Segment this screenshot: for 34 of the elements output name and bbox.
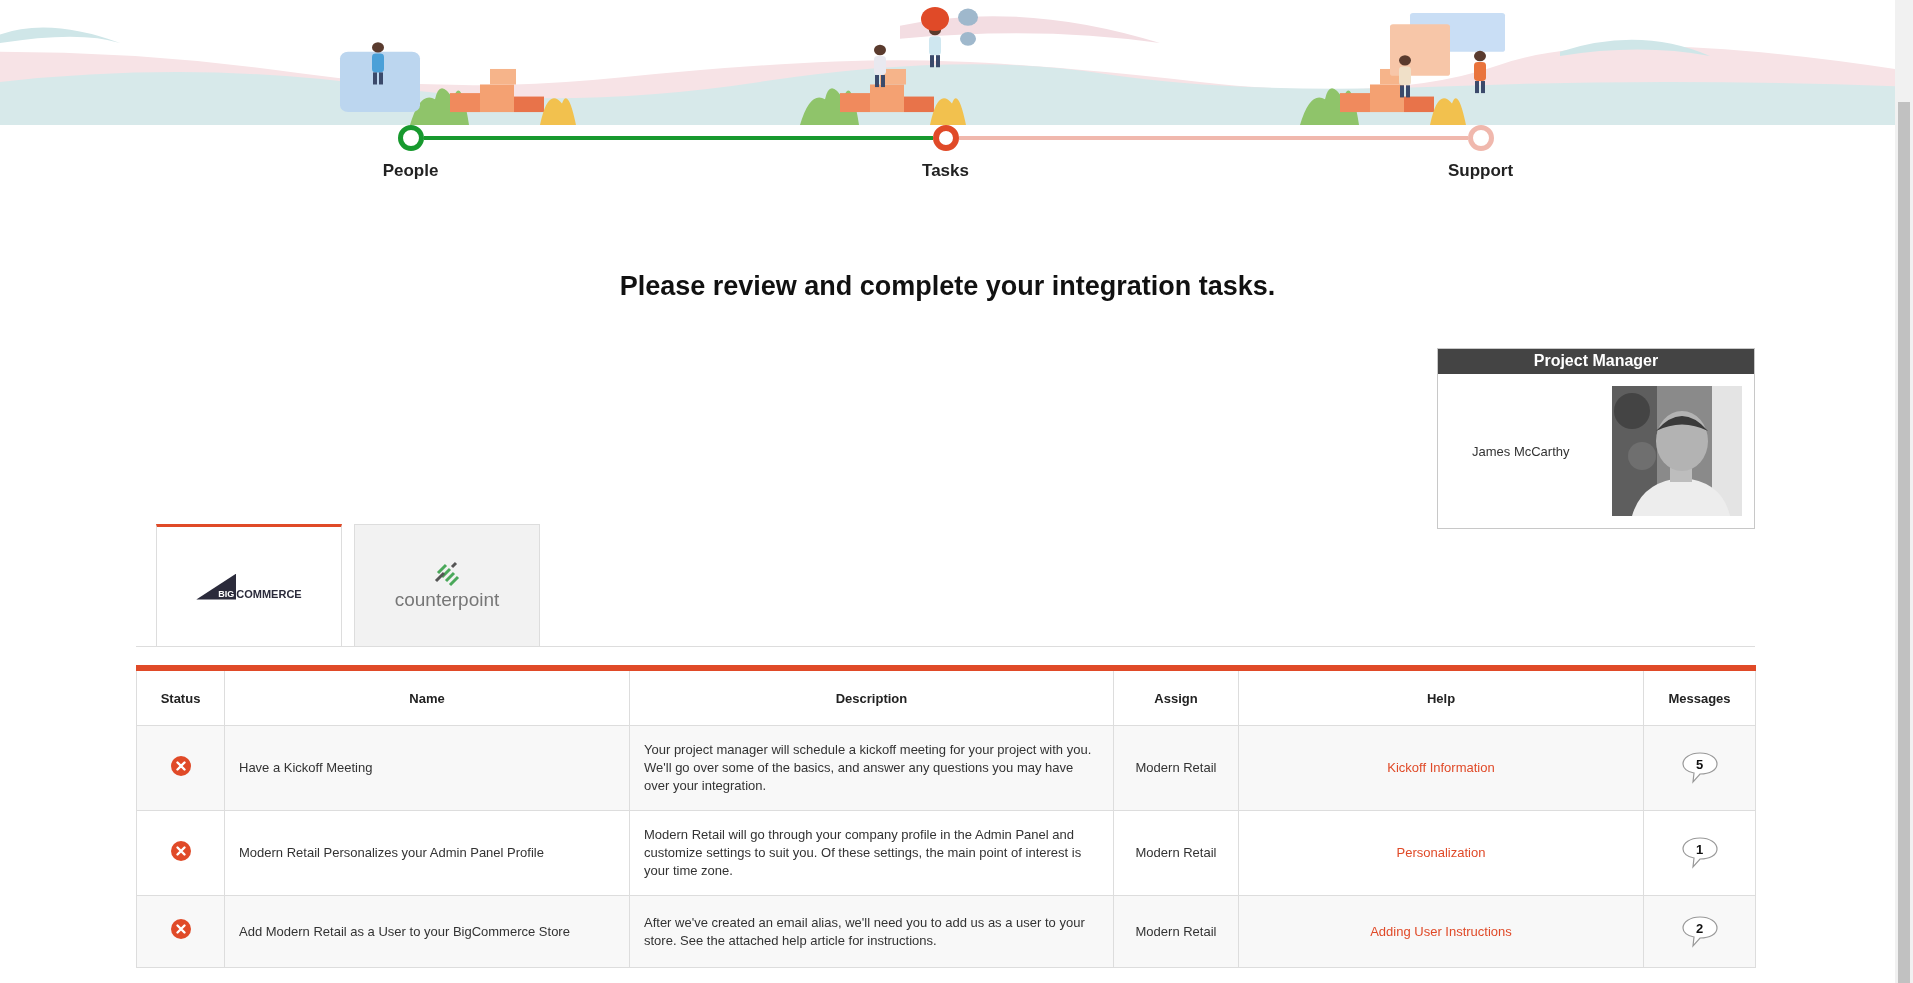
table-cell: Add Modern Retail as a User to your BigCommerce Store — [224, 895, 630, 968]
table-cell: After we've created an email alias, we'll need you to add us as a user to your store. See the attached help article for instructions. — [629, 895, 1114, 968]
help-link[interactable]: Adding User Instructions — [1370, 923, 1512, 939]
help-link[interactable]: Kickoff Information — [1387, 760, 1495, 775]
table-cell: Modern Retail — [1113, 725, 1239, 811]
table-cell: Modern Retail — [1113, 810, 1239, 896]
hatch-logo-icon — [434, 560, 460, 587]
table-cell: Have a Kickoff Meeting — [224, 725, 630, 811]
logo-text: counterpoint — [394, 588, 500, 611]
page-heading: Please review and complete your integration tasks. — [618, 271, 1277, 302]
manager-name: James McCarthy — [1472, 443, 1570, 459]
brand-tab[interactable]: counterpoint — [354, 524, 540, 646]
column-header: Description — [629, 668, 1114, 726]
brand-tab[interactable]: BIG COMMERCE — [156, 524, 342, 646]
message-count-bubble[interactable]: 1 — [1680, 836, 1719, 870]
table-cell: Modern Retail will go through your company profile in the Admin Panel and customize settings to suit you. Of these settings, the main point of interest is your time zone. — [629, 810, 1114, 896]
table-cell: Modern Retail Personalizes your Admin Panel Profile — [224, 810, 630, 896]
step-label: Tasks — [922, 161, 969, 181]
card-title: Project Manager — [1438, 349, 1754, 374]
message-count-bubble[interactable]: 5 — [1680, 751, 1719, 785]
step-label: People — [382, 161, 439, 181]
logo-text: COMMERCE — [236, 587, 302, 600]
table-cell: Modern Retail — [1113, 895, 1239, 968]
step-label: Support — [1447, 161, 1514, 181]
logo-mark-text: BIG — [196, 573, 237, 600]
column-header: Name — [224, 668, 630, 726]
scrollbar[interactable] — [1895, 0, 1913, 983]
table-cell: Your project manager will schedule a kickoff meeting for your project with you. We'll go over some of the basics, and answer any questions you may have over your integration. — [629, 725, 1114, 811]
column-header: Assign — [1113, 668, 1239, 726]
message-count-bubble[interactable]: 2 — [1680, 914, 1719, 949]
column-header: Status — [136, 668, 225, 726]
help-link[interactable]: Personalization — [1396, 845, 1486, 860]
column-header: Messages — [1643, 668, 1756, 726]
column-header: Help — [1238, 668, 1644, 726]
